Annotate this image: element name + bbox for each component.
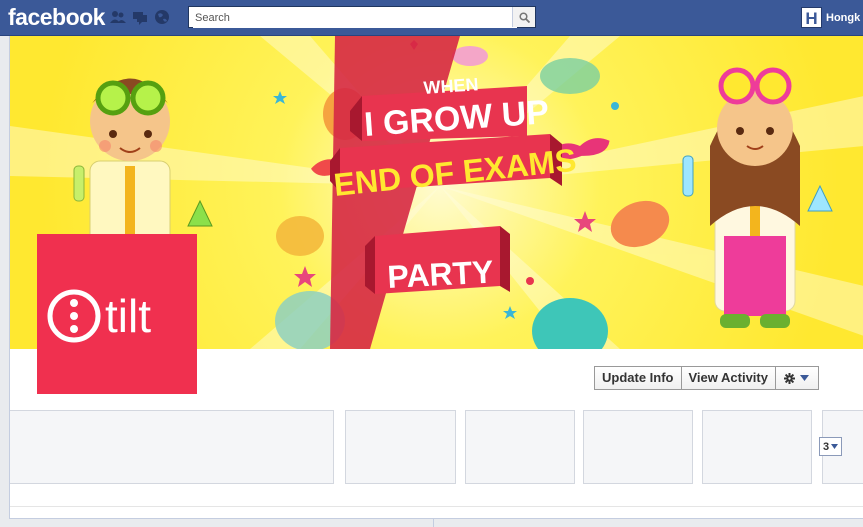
search-box — [188, 6, 536, 28]
avatar[interactable]: H — [801, 7, 822, 28]
more-sections-count: 3 — [823, 440, 830, 453]
likes-tile[interactable] — [702, 410, 812, 484]
search-button[interactable] — [512, 7, 535, 27]
top-bar: facebook H Hongk — [0, 0, 863, 36]
more-sections-button[interactable]: 3 — [819, 437, 843, 456]
chevron-down-icon — [831, 444, 839, 449]
timeline-container: WHEN I GROW UP END OF EXAMS PARTY tilt U… — [9, 36, 863, 519]
notifications-globe-icon[interactable] — [154, 9, 170, 25]
user-profile-link[interactable]: H Hongk — [801, 7, 860, 28]
facebook-logo[interactable]: facebook — [8, 4, 105, 31]
map-tile[interactable] — [583, 410, 693, 484]
about-tile[interactable] — [10, 410, 334, 484]
profile-picture[interactable]: tilt — [37, 234, 197, 394]
update-info-button[interactable]: Update Info — [594, 366, 681, 390]
chevron-down-icon — [800, 375, 810, 381]
search-icon — [518, 11, 530, 23]
profile-actions: Update Info View Activity — [594, 366, 819, 390]
friend-requests-icon[interactable] — [110, 9, 126, 25]
divider — [10, 506, 863, 507]
photos-tile[interactable] — [345, 410, 456, 484]
gear-icon — [784, 372, 796, 384]
tilt-logo: tilt — [47, 289, 151, 343]
user-name[interactable]: Hongk — [826, 12, 860, 24]
banner-line-when: WHEN — [423, 74, 479, 98]
friends-tile[interactable] — [465, 410, 575, 484]
banner-line-party: PARTY — [386, 253, 494, 295]
settings-dropdown-button[interactable] — [774, 366, 819, 390]
search-input[interactable] — [193, 8, 517, 28]
profile-logo-text: tilt — [105, 290, 151, 342]
view-activity-button[interactable]: View Activity — [680, 366, 775, 390]
notification-jewels — [110, 9, 170, 25]
messages-icon[interactable] — [132, 9, 148, 25]
timeline-center-line — [433, 518, 434, 527]
